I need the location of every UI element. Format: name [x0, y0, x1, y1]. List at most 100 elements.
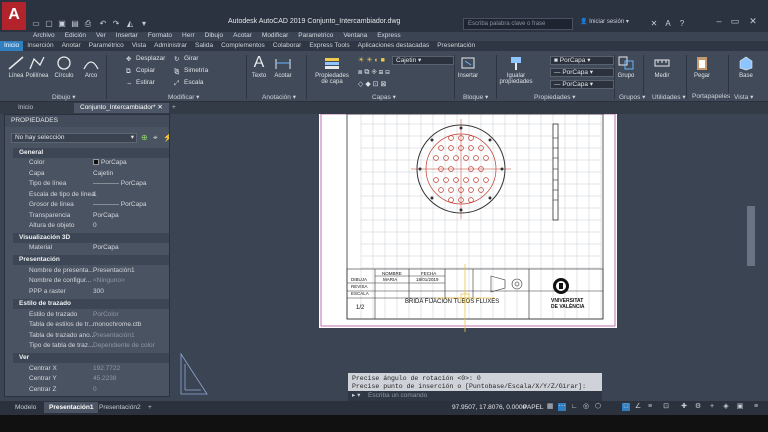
layer-tools-icons[interactable]: ⧈ ⧉ ◈ ⊞ ⊟ — [358, 69, 448, 77]
menu-item-0[interactable]: Archivo — [28, 31, 60, 40]
section-plot-style[interactable]: Estilo de trazado — [13, 299, 169, 309]
menu-item-2[interactable]: Ver — [91, 31, 111, 40]
panel-label-block[interactable]: Bloque ▾ — [463, 93, 488, 101]
open-file-icon[interactable]: ▢ — [43, 19, 55, 29]
redo-icon[interactable]: ↷ — [110, 19, 122, 29]
customization-menu-icon[interactable]: ≡ — [752, 403, 760, 411]
menu-item-7[interactable]: Acotar — [228, 31, 257, 40]
prop-row-plot-table-type[interactable]: Tipo de tabla de traz... Dependiente de c… — [13, 341, 169, 351]
prop-row-transparency[interactable]: Transparencia PorCapa — [13, 211, 169, 221]
undo-icon[interactable]: ↶ — [97, 19, 109, 29]
selection-cycling-icon[interactable]: ⊡ — [662, 403, 670, 411]
add-layout-button[interactable]: + — [143, 402, 157, 413]
menu-item-3[interactable]: Insertar — [111, 31, 143, 40]
move-button[interactable]: ✥ Desplazar — [126, 55, 165, 63]
exchange-icon[interactable]: ✕ — [648, 19, 660, 29]
quick-select-icon[interactable]: ⚡ — [163, 133, 169, 142]
prop-row-center-z[interactable]: Centrar Z 0 — [13, 385, 169, 395]
selection-dropdown[interactable]: No hay selección ▾ — [11, 133, 137, 143]
minimize-button[interactable]: – — [712, 14, 726, 28]
ribbon-tab-3[interactable]: Paramétrico — [85, 41, 128, 51]
save-as-icon[interactable]: ▤ — [69, 19, 81, 29]
stretch-button[interactable]: ⇔ Estirar — [126, 79, 155, 87]
ribbon-tab-0[interactable]: Inicio — [0, 41, 24, 51]
file-tab-start[interactable]: Inicio — [12, 103, 39, 113]
polar-icon[interactable]: ◎ — [582, 403, 590, 411]
a360-icon[interactable]: A — [662, 19, 674, 29]
isolate-objects-icon[interactable]: ◈ — [722, 403, 730, 411]
print-icon[interactable]: ⎙ — [82, 19, 94, 29]
ribbon-tab-10[interactable]: Aplicaciones destacadas — [354, 41, 434, 51]
ribbon-tab-5[interactable]: Administrar — [150, 41, 191, 51]
search-input[interactable]: Escriba palabra clave o frase — [463, 18, 573, 30]
drawing-svg[interactable]: NOMBRE FECHA DIBUJA REVISA ESCALA MARIA … — [175, 113, 768, 400]
prop-row-plot-table[interactable]: Tabla de estilos de tr... monochrome.ctb — [13, 320, 169, 330]
panel-label-groups[interactable]: Grupos ▾ — [619, 93, 645, 101]
workspace-gear-icon[interactable]: ⚙ — [694, 403, 702, 411]
prop-row-plot-style[interactable]: Estilo de trazado PorColor — [13, 310, 169, 320]
menu-item-1[interactable]: Edición — [60, 31, 91, 40]
prop-row-center-x[interactable]: Centrar X 192.7722 — [13, 364, 169, 374]
paper-space-toggle[interactable]: PAPEL — [523, 404, 543, 411]
command-input[interactable]: ▸ ▾ Escriba un comando — [348, 391, 602, 401]
mirror-button[interactable]: ⧎ Simetría — [174, 67, 208, 75]
lineweight-dropdown[interactable]: — PorCapa ▾ — [550, 80, 614, 89]
share-icon[interactable]: ◭ — [124, 19, 136, 29]
panel-label-clipboard[interactable]: Portapapeles — [692, 93, 730, 100]
new-tab-button[interactable]: + — [166, 103, 182, 113]
layout-tab-presentacion1[interactable]: Presentación1 — [44, 402, 99, 413]
prop-row-center-y[interactable]: Centrar Y 45.2238 — [13, 374, 169, 384]
match-properties-button[interactable]: Igualar propiedades — [498, 55, 534, 85]
coordinates-readout[interactable]: 97.9507, 17.8076, 0.0000 — [452, 404, 526, 411]
close-tab-icon[interactable]: ✕ — [157, 104, 162, 111]
app-menu-button[interactable]: A — [2, 2, 26, 30]
prop-row-thickness[interactable]: Altura de objeto 0 — [13, 221, 169, 231]
menu-item-8[interactable]: Modificar — [257, 31, 293, 40]
base-view-button[interactable]: Base — [734, 55, 758, 79]
annotation-scale-icon[interactable]: ✚ — [680, 403, 688, 411]
scale-button[interactable]: ⤢ Escala — [174, 79, 204, 87]
arc-tool-button[interactable]: Arco — [79, 55, 103, 79]
ortho-icon[interactable]: ∟ — [570, 403, 578, 411]
prop-row-dpi[interactable]: PPP a raster 300 — [13, 287, 169, 297]
hardware-acceleration-icon[interactable]: ▣ — [736, 403, 744, 411]
panel-label-annotation[interactable]: Anotación ▾ — [262, 93, 296, 101]
linetype-dropdown[interactable]: — PorCapa ▾ — [550, 68, 614, 77]
sign-in-link[interactable]: 👤 Iniciar sesión ▾ — [580, 18, 629, 25]
layer-properties-button[interactable]: Propiedades de capa — [312, 55, 352, 85]
copy-button[interactable]: ⧉ Copiar — [126, 67, 155, 75]
panel-label-utilities[interactable]: Utilidades ▾ — [652, 93, 686, 101]
osnap-icon[interactable]: □ — [622, 403, 630, 411]
layer-tools-icons-2[interactable]: ◇ ◆ ⊡ ⊠ — [358, 80, 448, 88]
ribbon-tab-11[interactable]: Presentación — [433, 41, 479, 51]
menu-item-11[interactable]: Express — [372, 31, 405, 40]
menu-item-5[interactable]: Herr — [177, 31, 200, 40]
help-icon[interactable]: ? — [676, 19, 688, 29]
menu-item-6[interactable]: Dibujo — [200, 31, 228, 40]
panel-label-view[interactable]: Vista ▾ — [734, 93, 753, 101]
panel-label-draw[interactable]: Dibujo ▾ — [52, 93, 76, 101]
group-button[interactable]: Grupo — [614, 55, 638, 79]
customize-arrow-icon[interactable]: ▾ — [138, 19, 150, 29]
prop-row-layer[interactable]: Capa Cajetin — [13, 169, 169, 179]
menu-item-9[interactable]: Parametrico — [293, 31, 338, 40]
dimension-tool-button[interactable]: Acotar — [271, 55, 295, 79]
prop-row-linetype[interactable]: Tipo de línea ———— PorCapa — [13, 179, 169, 189]
prop-row-page-setup[interactable]: Nombre de configur... <Ninguno> — [13, 276, 169, 286]
ribbon-tab-2[interactable]: Anotar — [58, 41, 85, 51]
rotate-button[interactable]: ↻ Girar — [174, 55, 198, 63]
ribbon-tab-6[interactable]: Salida — [191, 41, 217, 51]
prop-row-layout-name[interactable]: Nombre de presenta... Presentación1 — [13, 266, 169, 276]
color-dropdown[interactable]: ■ PorCapa ▾ — [550, 56, 614, 65]
panel-label-layers[interactable]: Capas ▾ — [372, 93, 396, 101]
select-objects-icon[interactable]: ⌖ — [153, 133, 158, 143]
prop-row-plot-attached[interactable]: Tabla de trazado ano... Presentación1 — [13, 331, 169, 341]
circle-tool-button[interactable]: Círculo — [52, 55, 76, 79]
drawing-area[interactable]: NOMBRE FECHA DIBUJA REVISA ESCALA MARIA … — [175, 113, 768, 400]
file-tab-drawing[interactable]: Conjunto_Intercambiador* ✕ — [74, 103, 169, 113]
ribbon-tab-8[interactable]: Colaborar — [269, 41, 306, 51]
ribbon-tab-4[interactable]: Vista — [128, 41, 150, 51]
ribbon-tab-7[interactable]: Complementos — [217, 41, 269, 51]
panel-label-properties[interactable]: Propiedades ▾ — [534, 93, 576, 101]
lineweight-icon[interactable]: ≡ — [646, 403, 654, 411]
